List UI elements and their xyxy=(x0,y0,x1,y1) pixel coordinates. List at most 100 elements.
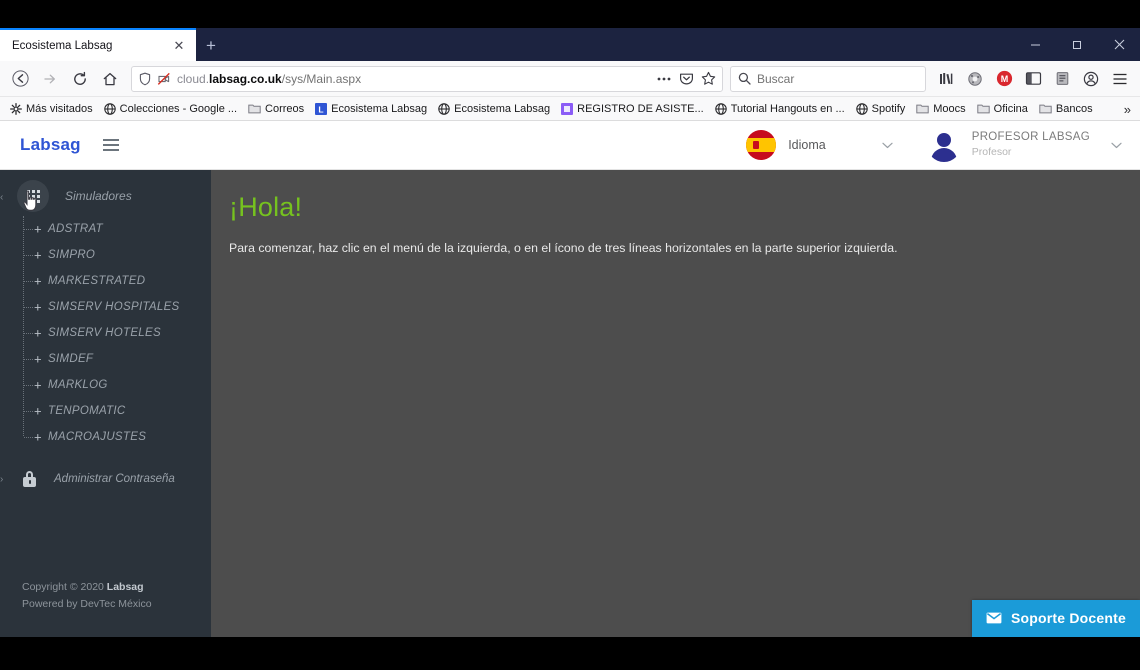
language-selector[interactable]: Idioma xyxy=(746,130,911,160)
bookmark-star-icon[interactable] xyxy=(701,71,716,86)
chevron-down-icon xyxy=(882,142,893,149)
page-title: ¡Hola! xyxy=(229,192,303,222)
user-name: PROFESOR LABSAG xyxy=(971,131,1090,144)
extension-icon[interactable] xyxy=(961,65,989,93)
shield-icon xyxy=(139,72,151,85)
sidebar-item-adstrat[interactable]: + ADSTRAT xyxy=(0,216,211,242)
minimize-icon[interactable] xyxy=(1014,28,1056,61)
url-text: cloud.labsag.co.uk/sys/Main.aspx xyxy=(177,71,362,86)
folder-icon xyxy=(916,104,929,114)
sidebar-toggle-icon[interactable] xyxy=(1019,65,1047,93)
library-icon[interactable] xyxy=(932,65,960,93)
lock-icon xyxy=(23,471,36,487)
collapse-arrow-icon[interactable]: ‹ xyxy=(0,192,3,203)
bookmark-label: Tutorial Hangouts en ... xyxy=(730,102,845,115)
sidebar-item-simdef[interactable]: + SIMDEF xyxy=(0,346,211,372)
sidebar-item-label: ADSTRAT xyxy=(48,223,103,235)
bookmark-label: Oficina xyxy=(993,102,1028,115)
sidebar-item-marklog[interactable]: + MARKLOG xyxy=(0,372,211,398)
app-brand-logo[interactable]: Labsag xyxy=(20,135,81,155)
expand-plus-icon[interactable]: + xyxy=(34,249,42,262)
bookmark-item[interactable]: Oficina xyxy=(972,101,1033,117)
forward-icon[interactable] xyxy=(36,65,64,93)
browser-menu-icon[interactable] xyxy=(1106,65,1134,93)
sidebar-item-simserv-hospitales[interactable]: + SIMSERV HOSPITALES xyxy=(0,294,211,320)
restore-icon[interactable] xyxy=(1056,28,1098,61)
close-icon[interactable] xyxy=(1098,28,1140,61)
expand-plus-icon[interactable]: + xyxy=(34,223,42,236)
svg-text:M: M xyxy=(1000,74,1008,84)
bookmark-item[interactable]: Tutorial Hangouts en ... xyxy=(710,101,850,117)
bookmark-item[interactable]: Más visitados xyxy=(5,101,98,117)
expand-plus-icon[interactable]: + xyxy=(34,405,42,418)
sidebar-item-markestrated[interactable]: + MARKESTRATED xyxy=(0,268,211,294)
account-icon[interactable] xyxy=(1077,65,1105,93)
letter-l-icon: L xyxy=(315,102,328,115)
envelope-icon xyxy=(986,612,1002,624)
sidebar-item-label: SIMDEF xyxy=(48,353,94,365)
sidebar-item-administrar-contrasena[interactable]: › Administrar Contraseña xyxy=(0,464,211,494)
bookmarks-overflow-icon[interactable]: » xyxy=(1119,97,1136,121)
sidebar-section-simuladores[interactable]: ‹ Simuladores xyxy=(0,176,211,216)
bookmark-item[interactable]: Spotify xyxy=(851,101,911,117)
url-bar-icons xyxy=(656,71,716,86)
pocket-icon[interactable] xyxy=(679,71,694,86)
bookmark-item[interactable]: Moocs xyxy=(911,101,970,117)
bookmark-item[interactable]: Ecosistema Labsag xyxy=(433,101,555,117)
language-label: Idioma xyxy=(788,138,826,152)
sidebar-section-label: Simuladores xyxy=(65,189,132,203)
url-bar[interactable]: cloud.labsag.co.uk/sys/Main.aspx xyxy=(131,65,723,92)
sidebar-item-tenpomatic[interactable]: + TENPOMATIC xyxy=(0,398,211,424)
page-actions-icon[interactable] xyxy=(656,76,672,82)
support-button[interactable]: Soporte Docente xyxy=(971,600,1140,637)
chevron-down-icon xyxy=(1111,142,1122,149)
reader-extension-icon[interactable] xyxy=(1048,65,1076,93)
home-icon[interactable] xyxy=(96,65,124,93)
user-role: Profesor xyxy=(971,145,1012,158)
grid-apps-icon[interactable] xyxy=(17,180,49,212)
globe-icon xyxy=(855,102,868,115)
expand-plus-icon[interactable]: + xyxy=(34,431,42,444)
window-controls xyxy=(1014,28,1140,61)
avatar xyxy=(926,128,961,162)
sidebar-item-macroajustes[interactable]: + MACROAJUSTES xyxy=(0,424,211,450)
sidebar-item-simpro[interactable]: + SIMPRO xyxy=(0,242,211,268)
sidebar-item-label: MARKLOG xyxy=(48,379,108,391)
copyright-text: Copyright © 2020 Labsag xyxy=(22,581,144,594)
browser-titlebar: Ecosistema Labsag ✕ + xyxy=(0,28,1140,61)
expand-arrow-icon[interactable]: › xyxy=(0,474,3,485)
bookmark-label: Ecosistema Labsag xyxy=(331,102,428,115)
hamburger-icon[interactable] xyxy=(102,139,119,151)
new-tab-button[interactable]: + xyxy=(196,30,226,61)
bookmark-item[interactable]: Colecciones - Google ... xyxy=(99,101,242,117)
bookmark-item[interactable]: Bancos xyxy=(1034,101,1098,117)
back-icon[interactable] xyxy=(6,65,34,93)
browser-window: Ecosistema Labsag ✕ + cloud.labsag.co.uk… xyxy=(0,28,1140,637)
folder-icon xyxy=(1039,104,1052,114)
bookmark-item[interactable]: L Ecosistema Labsag xyxy=(310,101,432,117)
folder-icon xyxy=(248,104,261,114)
mega-icon[interactable]: M xyxy=(990,65,1018,93)
sidebar-item-simserv-hoteles[interactable]: + SIMSERV HOTELES xyxy=(0,320,211,346)
expand-plus-icon[interactable]: + xyxy=(34,301,42,314)
bookmark-item[interactable]: Correos xyxy=(243,101,309,117)
expand-plus-icon[interactable]: + xyxy=(34,327,42,340)
sidebar-item-label: SIMPRO xyxy=(48,249,96,261)
expand-plus-icon[interactable]: + xyxy=(34,275,42,288)
globe-icon xyxy=(103,102,116,115)
expand-plus-icon[interactable]: + xyxy=(34,353,42,366)
browser-tab-active[interactable]: Ecosistema Labsag ✕ xyxy=(0,28,196,61)
tab-close-icon[interactable]: ✕ xyxy=(170,37,188,55)
user-menu[interactable]: PROFESOR LABSAG Profesor xyxy=(911,128,1122,162)
screen-letterbox: Ecosistema Labsag ✕ + cloud.labsag.co.uk… xyxy=(0,0,1140,670)
folder-icon xyxy=(976,104,990,114)
bookmark-label: REGISTRO DE ASISTE... xyxy=(577,102,704,115)
expand-plus-icon[interactable]: + xyxy=(34,379,42,392)
powered-by-text: Powered by DevTec México xyxy=(22,598,152,611)
search-bar[interactable]: Buscar xyxy=(730,65,926,92)
sidebar-item-label: Administrar Contraseña xyxy=(54,473,175,485)
reload-icon[interactable] xyxy=(66,65,94,93)
app-header: Labsag Idioma PROFESOR LABSAG Profesor xyxy=(0,121,1140,170)
browser-navigation-toolbar: cloud.labsag.co.uk/sys/Main.aspx Buscar xyxy=(0,61,1140,97)
bookmark-item[interactable]: REGISTRO DE ASISTE... xyxy=(556,101,709,117)
